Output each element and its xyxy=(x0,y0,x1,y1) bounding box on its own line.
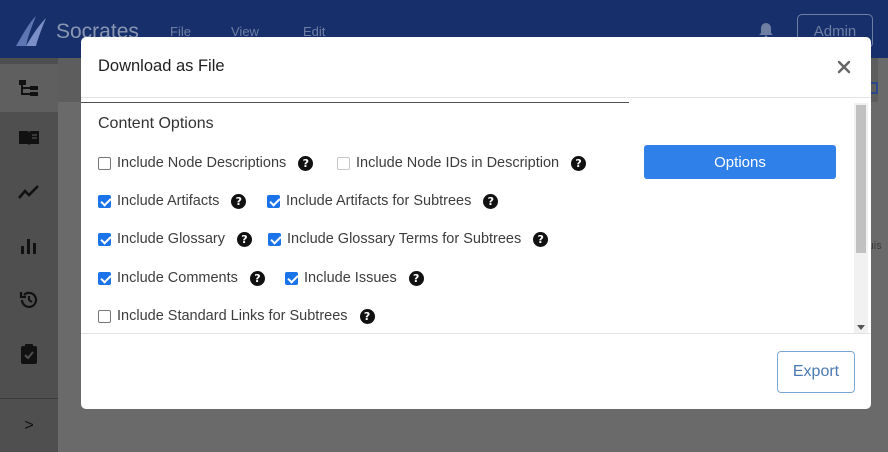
option-glossary[interactable]: Include Glossary ? xyxy=(98,229,252,249)
sidebar: > xyxy=(0,58,58,452)
notification-bell-icon[interactable] xyxy=(758,20,774,38)
help-icon[interactable]: ? xyxy=(231,193,247,209)
footer-divider xyxy=(81,333,871,334)
checkbox[interactable] xyxy=(268,232,281,246)
sidebar-expand-button[interactable]: > xyxy=(0,398,58,452)
logo-icon xyxy=(16,16,46,46)
option-standard-links[interactable]: Include Standard Links for Subtrees ? xyxy=(98,306,375,326)
checkbox[interactable] xyxy=(267,194,280,208)
help-icon[interactable]: ? xyxy=(249,270,265,286)
help-icon[interactable]: ? xyxy=(533,231,549,247)
option-label: Include Comments xyxy=(117,270,238,286)
checkbox[interactable] xyxy=(285,271,298,285)
dialog-scrollbar[interactable] xyxy=(854,103,868,333)
checkbox[interactable] xyxy=(98,232,111,246)
trend-icon xyxy=(18,185,39,199)
help-icon[interactable]: ? xyxy=(359,308,375,324)
option-label: Include Standard Links for Subtrees xyxy=(117,308,348,324)
history-icon xyxy=(19,291,38,308)
checkbox[interactable] xyxy=(98,194,111,208)
sidebar-item-history[interactable] xyxy=(0,276,58,324)
option-label: Include Node IDs in Description xyxy=(356,155,560,171)
option-label: Include Issues xyxy=(304,270,397,286)
option-label: Include Glossary xyxy=(117,231,225,247)
option-comments[interactable]: Include Comments ? xyxy=(98,268,265,288)
sidebar-item-trend[interactable] xyxy=(0,168,58,216)
clipboard-check-icon xyxy=(21,344,37,364)
sidebar-item-tasks[interactable] xyxy=(0,330,58,378)
help-icon[interactable]: ? xyxy=(571,155,587,171)
download-dialog: Download as File Content Options Include… xyxy=(81,37,871,409)
option-node-descriptions[interactable]: Include Node Descriptions ? xyxy=(98,153,314,173)
scroll-down-arrow-icon[interactable] xyxy=(857,325,865,330)
checkbox[interactable] xyxy=(98,309,111,323)
close-icon[interactable] xyxy=(835,58,853,76)
scrollbar-thumb[interactable] xyxy=(856,105,866,253)
option-node-ids[interactable]: Include Node IDs in Description ? xyxy=(337,153,587,173)
help-icon[interactable]: ? xyxy=(298,155,314,171)
checkbox[interactable] xyxy=(98,271,111,285)
options-button[interactable]: Options xyxy=(644,145,836,179)
option-artifacts-subtrees[interactable]: Include Artifacts for Subtrees ? xyxy=(267,191,499,211)
help-icon[interactable]: ? xyxy=(483,193,499,209)
checkbox[interactable] xyxy=(98,156,111,170)
dialog-title: Download as File xyxy=(98,57,225,75)
header-divider xyxy=(81,97,871,98)
option-glossary-subtrees[interactable]: Include Glossary Terms for Subtrees ? xyxy=(268,229,549,249)
sidebar-item-book[interactable] xyxy=(0,114,58,162)
checkbox[interactable] xyxy=(337,156,350,170)
export-button[interactable]: Export xyxy=(777,351,855,393)
option-label: Include Glossary Terms for Subtrees xyxy=(287,231,522,247)
book-icon xyxy=(19,131,39,146)
sidebar-item-stats[interactable] xyxy=(0,222,58,270)
option-label: Include Artifacts xyxy=(117,193,220,209)
help-icon[interactable]: ? xyxy=(237,231,252,247)
option-artifacts[interactable]: Include Artifacts ? xyxy=(98,191,247,211)
option-label: Include Node Descriptions xyxy=(117,155,287,171)
dialog-body: Content Options Include Node Description… xyxy=(81,103,871,333)
chevron-right-icon: > xyxy=(24,416,34,434)
bracket-icon xyxy=(870,82,878,94)
sidebar-item-tree[interactable] xyxy=(0,64,58,112)
option-issues[interactable]: Include Issues ? xyxy=(285,268,424,288)
section-title: Content Options xyxy=(98,115,214,132)
tree-icon xyxy=(19,80,38,96)
help-icon[interactable]: ? xyxy=(408,270,424,286)
bar-chart-icon xyxy=(21,239,36,254)
option-label: Include Artifacts for Subtrees xyxy=(286,193,472,209)
